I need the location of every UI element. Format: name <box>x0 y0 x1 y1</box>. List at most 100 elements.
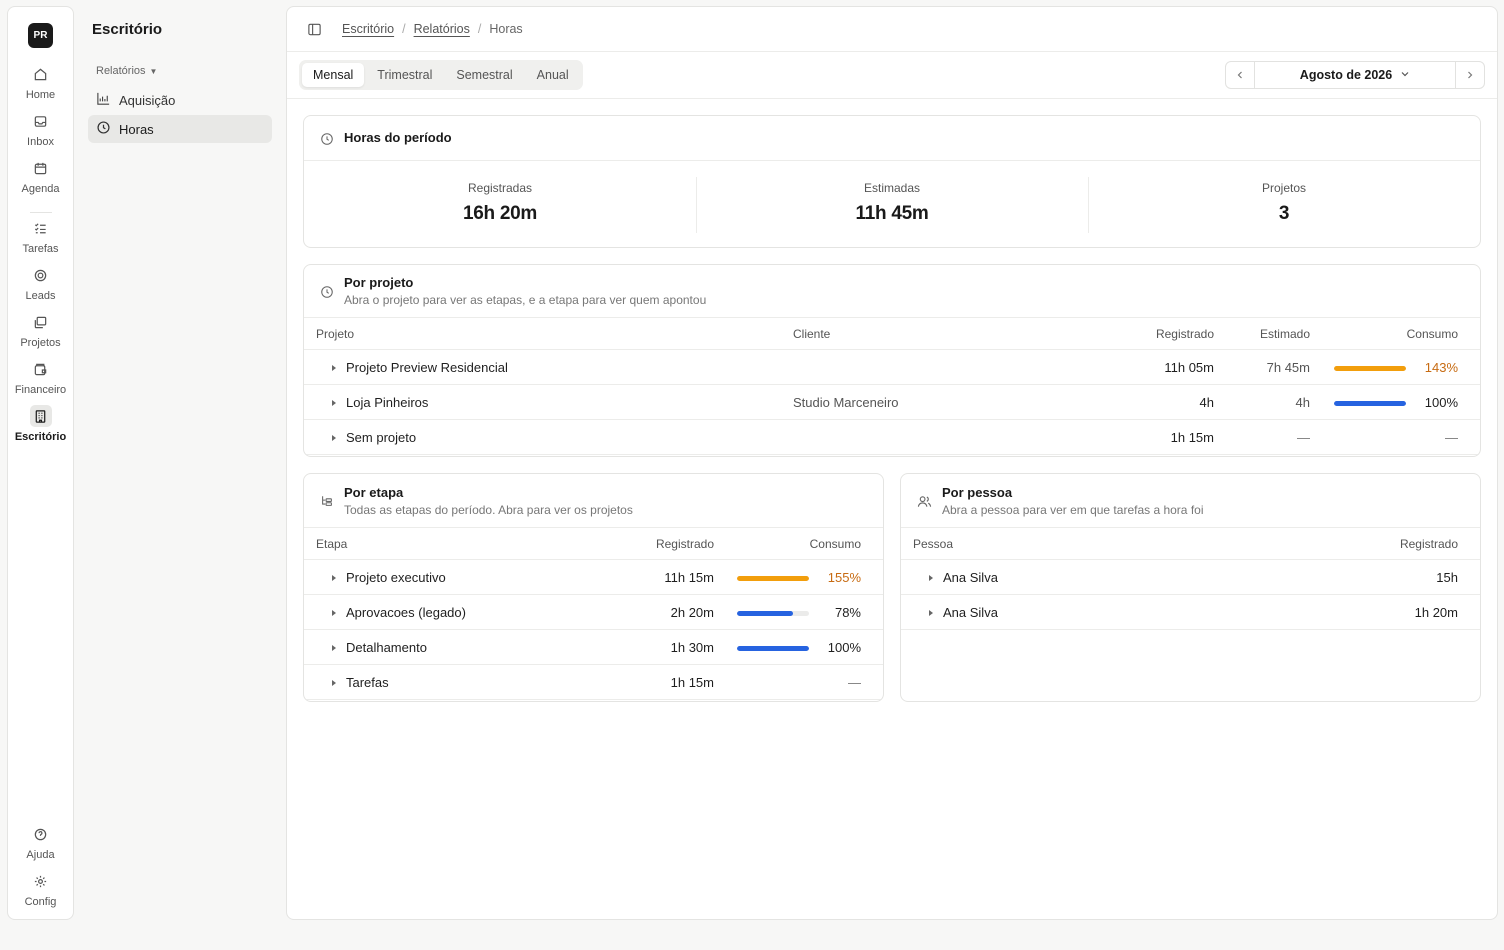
col-estimado[interactable]: Estimado <box>1214 317 1310 350</box>
row-name-cell: Detalhamento <box>304 629 604 665</box>
table-row[interactable]: Loja Pinheiros Studio Marceneiro 4h 4h 100% <box>304 384 1480 420</box>
tab-mensal[interactable]: Mensal <box>302 63 365 87</box>
col-consumo[interactable]: Consumo <box>714 527 883 560</box>
card-subtitle: Abra a pessoa para ver em que tarefas a … <box>942 503 1204 517</box>
consumo-bar <box>1334 400 1406 406</box>
table-row[interactable]: Aprovacoes (legado) 2h 20m 78% <box>304 594 883 630</box>
expand-caret-icon[interactable] <box>929 609 933 616</box>
rail-label: Leads <box>25 290 56 302</box>
rail-item-inbox[interactable]: Inbox <box>8 110 73 154</box>
client-cell: Studio Marceneiro <box>793 384 1093 420</box>
sidebar-item-aquisicao[interactable]: Aquisição <box>88 86 272 114</box>
table-row[interactable]: Ana Silva 1h 20m <box>901 594 1480 630</box>
table-row[interactable]: Detalhamento 1h 30m 100% <box>304 629 883 665</box>
card-title: Por pessoa <box>942 485 1013 500</box>
clock-icon <box>320 285 334 302</box>
col-consumo[interactable]: Consumo <box>1310 317 1480 350</box>
client-cell <box>793 349 1093 385</box>
sidebar-toggle-icon[interactable] <box>307 22 322 37</box>
rail-item-ajuda[interactable]: Ajuda <box>8 823 73 867</box>
rail-item-financeiro[interactable]: Financeiro <box>8 358 73 402</box>
app-rail: PR Home Inbox Agenda Tarefas Leads Proje… <box>7 6 74 920</box>
stat-value: 3 <box>1278 203 1290 224</box>
consumo-cell: — <box>1310 419 1480 455</box>
col-registrado[interactable]: Registrado <box>1093 317 1214 350</box>
consumo-cell: 100% <box>714 629 883 665</box>
expand-caret-icon[interactable] <box>929 574 933 581</box>
consumo-bar <box>737 610 809 616</box>
breadcrumb-separator: / <box>402 22 406 36</box>
chevron-left-icon <box>1235 68 1245 83</box>
expand-caret-icon[interactable] <box>332 364 336 371</box>
tab-anual[interactable]: Anual <box>526 63 580 87</box>
tab-trimestral[interactable]: Trimestral <box>366 63 443 87</box>
rail-item-projetos[interactable]: Projetos <box>8 311 73 355</box>
consumo-percent: 100% <box>1424 394 1458 410</box>
previous-period-button[interactable] <box>1226 62 1254 88</box>
table-header-row: Projeto Cliente Registrado Estimado Cons… <box>304 317 1480 350</box>
col-registrado[interactable]: Registrado <box>604 527 714 560</box>
table-row[interactable]: Projeto executivo 11h 15m 155% <box>304 559 883 595</box>
rail-item-home[interactable]: Home <box>8 63 73 107</box>
top-bar: Escritório / Relatórios / Horas <box>287 7 1497 52</box>
table-row[interactable]: Sem projeto 1h 15m — — <box>304 419 1480 455</box>
table-row[interactable]: Tarefas 1h 15m — <box>304 664 883 700</box>
row-name-cell: Ana Silva <box>901 594 1219 630</box>
col-registrado[interactable]: Registrado <box>1218 527 1480 560</box>
row-name: Ana Silva <box>943 604 998 620</box>
breadcrumb-current: Horas <box>489 22 523 36</box>
projects-table: Projeto Cliente Registrado Estimado Cons… <box>304 317 1480 455</box>
breadcrumb-relatorios[interactable]: Relatórios <box>414 22 470 36</box>
registered-cell: 2h 20m <box>604 594 714 630</box>
consumo-percent: 78% <box>834 604 861 620</box>
expand-caret-icon[interactable] <box>332 609 336 616</box>
rail-item-escritorio[interactable]: Escritório <box>8 405 73 449</box>
card-title: Por projeto <box>344 275 414 290</box>
rail-item-tarefas[interactable]: Tarefas <box>8 217 73 261</box>
expand-caret-icon[interactable] <box>332 434 336 441</box>
summary-stats: Registradas 16h 20m Estimadas 11h 45m Pr… <box>304 160 1480 247</box>
col-projeto[interactable]: Projeto <box>304 317 793 350</box>
breadcrumb-escritorio[interactable]: Escritório <box>342 22 394 36</box>
next-period-button[interactable] <box>1456 62 1484 88</box>
card-title: Por etapa <box>344 485 404 500</box>
building-icon <box>29 405 52 427</box>
rail-item-leads[interactable]: Leads <box>8 264 73 308</box>
expand-caret-icon[interactable] <box>332 644 336 651</box>
registered-cell: 15h <box>1218 559 1480 595</box>
expand-caret-icon[interactable] <box>332 399 336 406</box>
expand-caret-icon[interactable] <box>332 679 336 686</box>
breadcrumb-separator: / <box>477 22 482 36</box>
report-toolbar: Mensal Trimestral Semestral Anual Agosto… <box>287 52 1497 99</box>
row-name: Detalhamento <box>346 639 427 655</box>
caret-down-icon: ▼ <box>149 66 158 76</box>
tab-semestral[interactable]: Semestral <box>445 63 523 87</box>
workspace-logo[interactable]: PR <box>28 23 53 48</box>
users-icon <box>917 494 932 512</box>
period-label: Agosto de 2026 <box>1299 68 1393 82</box>
table-row[interactable]: Projeto Preview Residencial 11h 05m 7h 45m… <box>304 349 1480 385</box>
sidebar-item-horas[interactable]: Horas <box>88 115 272 143</box>
rail-label: Tarefas <box>22 243 59 255</box>
consumo-bar-fill <box>737 610 794 616</box>
expand-caret-icon[interactable] <box>332 574 336 581</box>
col-cliente[interactable]: Cliente <box>793 317 1093 350</box>
consumo-percent: 100% <box>827 639 861 655</box>
row-name-cell: Projeto Preview Residencial <box>304 349 793 385</box>
sidebar-item-label: Horas <box>119 121 154 137</box>
col-pessoa[interactable]: Pessoa <box>901 527 1219 560</box>
sidebar-title: Escritório <box>92 21 163 38</box>
row-name: Projeto executivo <box>346 569 446 585</box>
rail-item-config[interactable]: Config <box>8 870 73 914</box>
stat-label: Estimadas <box>863 181 921 195</box>
stat-estimadas: Estimadas 11h 45m <box>696 161 1088 247</box>
registered-cell: 4h <box>1093 384 1214 420</box>
sidebar-group-relatorios[interactable]: Relatórios ▼ <box>96 65 157 77</box>
period-select[interactable]: Agosto de 2026 <box>1254 62 1456 88</box>
clock-icon <box>320 132 334 149</box>
stages-card: Por etapa Todas as etapas do período. Ab… <box>303 473 884 702</box>
table-row[interactable]: Ana Silva 15h <box>901 559 1480 595</box>
consumo-bar <box>1334 365 1406 371</box>
rail-item-agenda[interactable]: Agenda <box>8 157 73 201</box>
col-etapa[interactable]: Etapa <box>304 527 604 560</box>
